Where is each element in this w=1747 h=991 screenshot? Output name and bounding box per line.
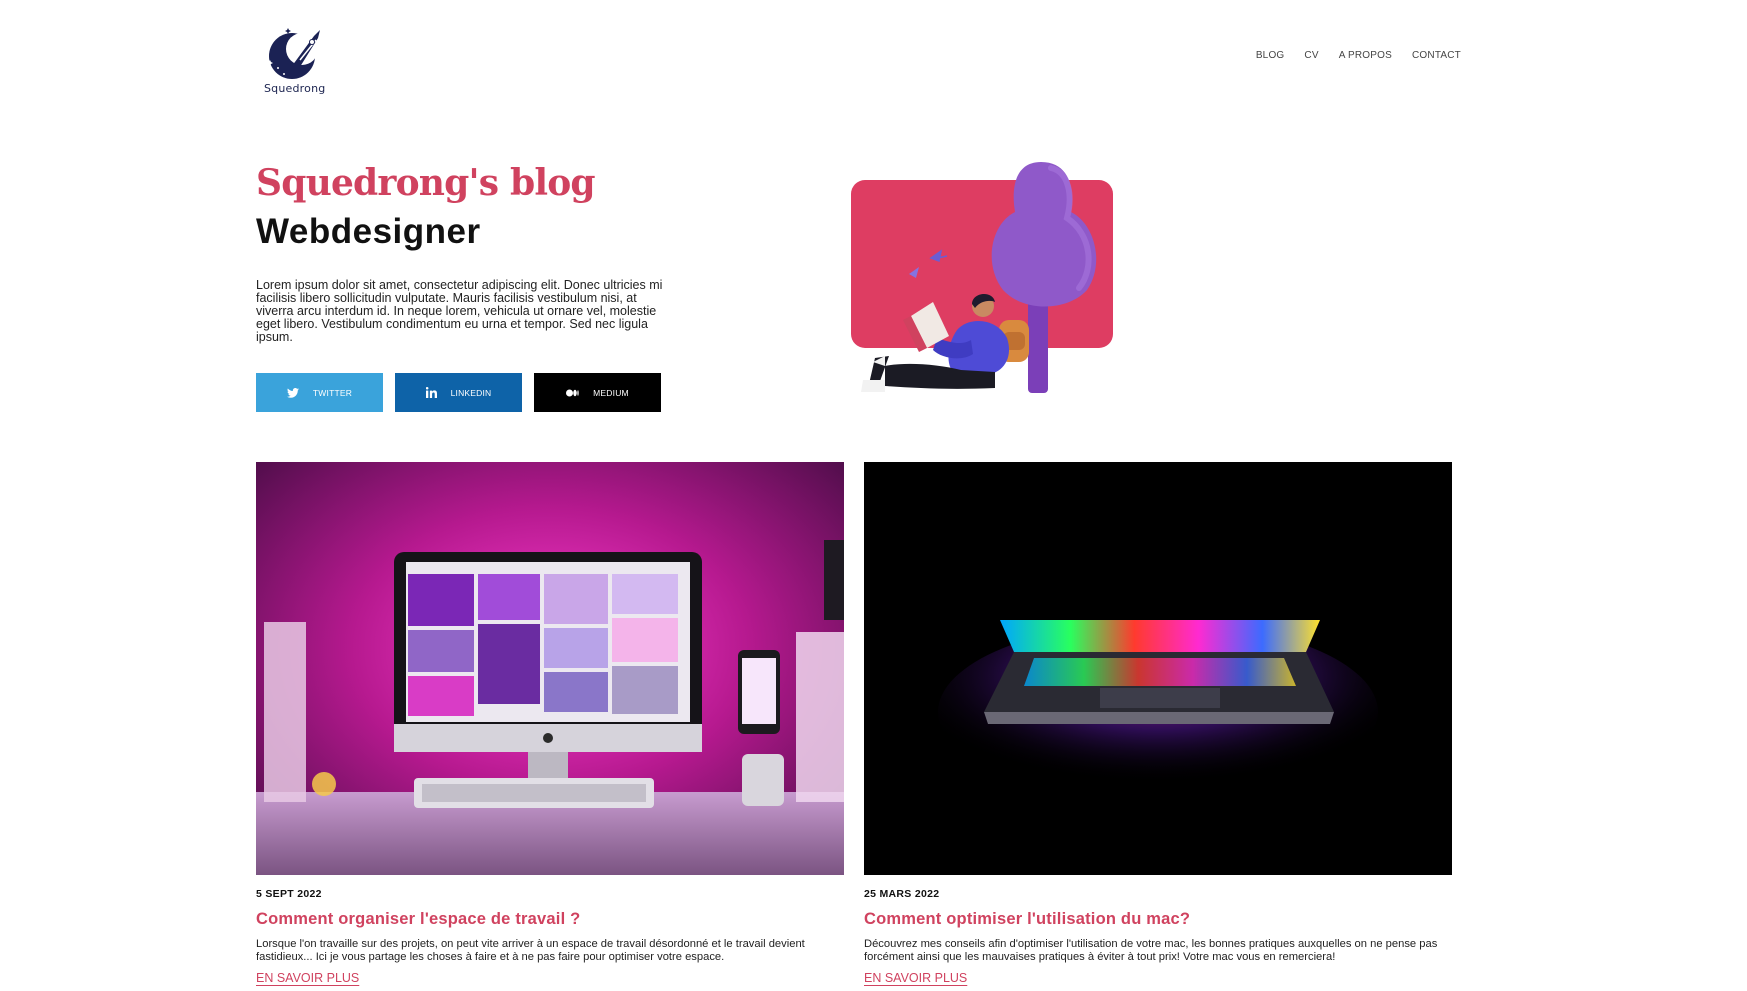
nav-item-a-propos[interactable]: A PROPOS: [1339, 50, 1392, 61]
article-date: 5 SEPT 2022: [256, 888, 322, 900]
medium-label: MEDIUM: [593, 387, 629, 398]
article-excerpt: Découvrez mes conseils afin d'optimiser …: [864, 938, 1438, 963]
main-nav: BLOG CV A PROPOS CONTACT: [1256, 50, 1461, 61]
article-image-macbook[interactable]: [864, 462, 1452, 875]
medium-button[interactable]: MEDIUM: [534, 373, 661, 412]
article-image-workspace[interactable]: [256, 462, 844, 875]
twitter-label: TWITTER: [312, 387, 353, 398]
hero-title: Squedrong's blog: [256, 162, 596, 204]
read-more-link[interactable]: EN SAVOIR PLUS: [256, 971, 359, 985]
hero-subtitle: Webdesigner: [256, 212, 481, 251]
twitter-icon: [286, 387, 299, 398]
article-title[interactable]: Comment organiser l'espace de travail ?: [256, 910, 844, 929]
article-excerpt: Lorsque l'on travaille sur des projets, …: [256, 938, 805, 963]
article-card: 5 SEPT 2022 Comment organiser l'espace d…: [256, 462, 844, 987]
twitter-button[interactable]: TWITTER: [256, 373, 383, 412]
article-title[interactable]: Comment optimiser l'utilisation du mac?: [864, 910, 1452, 929]
linkedin-button[interactable]: LINKEDIN: [395, 373, 522, 412]
read-more-link[interactable]: EN SAVOIR PLUS: [864, 971, 967, 985]
social-buttons: TWITTER LINKEDIN MEDIUM: [256, 373, 661, 412]
hero-description: Lorem ipsum dolor sit amet, consectetur …: [256, 278, 663, 344]
nav-item-cv[interactable]: CV: [1304, 50, 1318, 61]
linkedin-icon: [425, 387, 437, 398]
medium-icon: [566, 389, 579, 397]
nav-item-contact[interactable]: CONTACT: [1412, 50, 1461, 61]
reading-person-illustration: [851, 162, 1113, 393]
nav-item-blog[interactable]: BLOG: [1256, 50, 1285, 61]
linkedin-label: LINKEDIN: [450, 387, 492, 398]
site-header: Squedrong BLOG CV A PROPOS CONTACT: [0, 0, 1747, 110]
article-card: 25 MARS 2022 Comment optimiser l'utilisa…: [864, 462, 1452, 987]
article-date: 25 MARS 2022: [864, 888, 940, 900]
brand-name: Squedrong: [264, 82, 326, 95]
